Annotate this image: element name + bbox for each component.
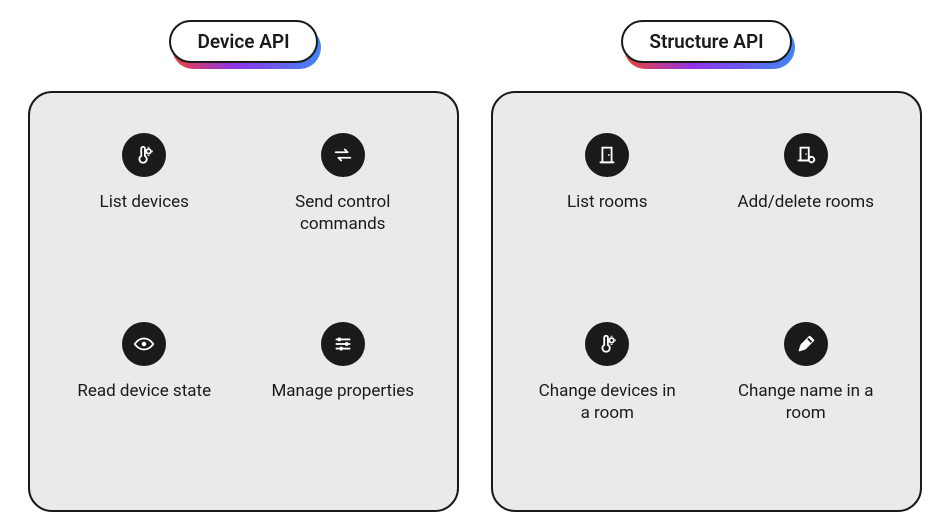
- thermo-light-icon: [122, 133, 166, 177]
- structure-api-title-wrapper: Structure API: [621, 20, 791, 63]
- feature-label: Change devices in a room: [532, 380, 682, 424]
- feature-label: Read device state: [77, 380, 211, 402]
- feature-change-devices: Change devices in a room: [532, 322, 682, 424]
- arrows-icon: [321, 133, 365, 177]
- feature-label: Change name in a room: [731, 380, 881, 424]
- feature-manage-props: Manage properties: [268, 322, 418, 402]
- door-icon: [585, 133, 629, 177]
- feature-change-name: Change name in a room: [731, 322, 881, 424]
- door-gear-icon: [784, 133, 828, 177]
- device-api-column: Device API List devices Send control com…: [28, 20, 459, 512]
- feature-label: List rooms: [567, 191, 648, 213]
- feature-label: List devices: [100, 191, 189, 213]
- feature-label: Add/delete rooms: [738, 191, 875, 213]
- device-api-title: Device API: [169, 20, 317, 63]
- feature-list-devices: List devices: [69, 133, 219, 213]
- pencil-icon: [784, 322, 828, 366]
- device-api-title-wrapper: Device API: [169, 20, 317, 63]
- thermo-light-icon: [585, 322, 629, 366]
- feature-send-control: Send control commands: [268, 133, 418, 235]
- eye-icon: [122, 322, 166, 366]
- feature-label: Send control commands: [268, 191, 418, 235]
- sliders-icon: [321, 322, 365, 366]
- feature-label: Manage properties: [271, 380, 414, 402]
- feature-add-delete-rooms: Add/delete rooms: [731, 133, 881, 213]
- feature-list-rooms: List rooms: [532, 133, 682, 213]
- structure-api-column: Structure API List rooms Add/delete room…: [491, 20, 922, 512]
- structure-api-title: Structure API: [621, 20, 791, 63]
- structure-api-card: List rooms Add/delete rooms Change devic…: [491, 91, 922, 512]
- feature-read-state: Read device state: [69, 322, 219, 402]
- device-api-card: List devices Send control commands Read …: [28, 91, 459, 512]
